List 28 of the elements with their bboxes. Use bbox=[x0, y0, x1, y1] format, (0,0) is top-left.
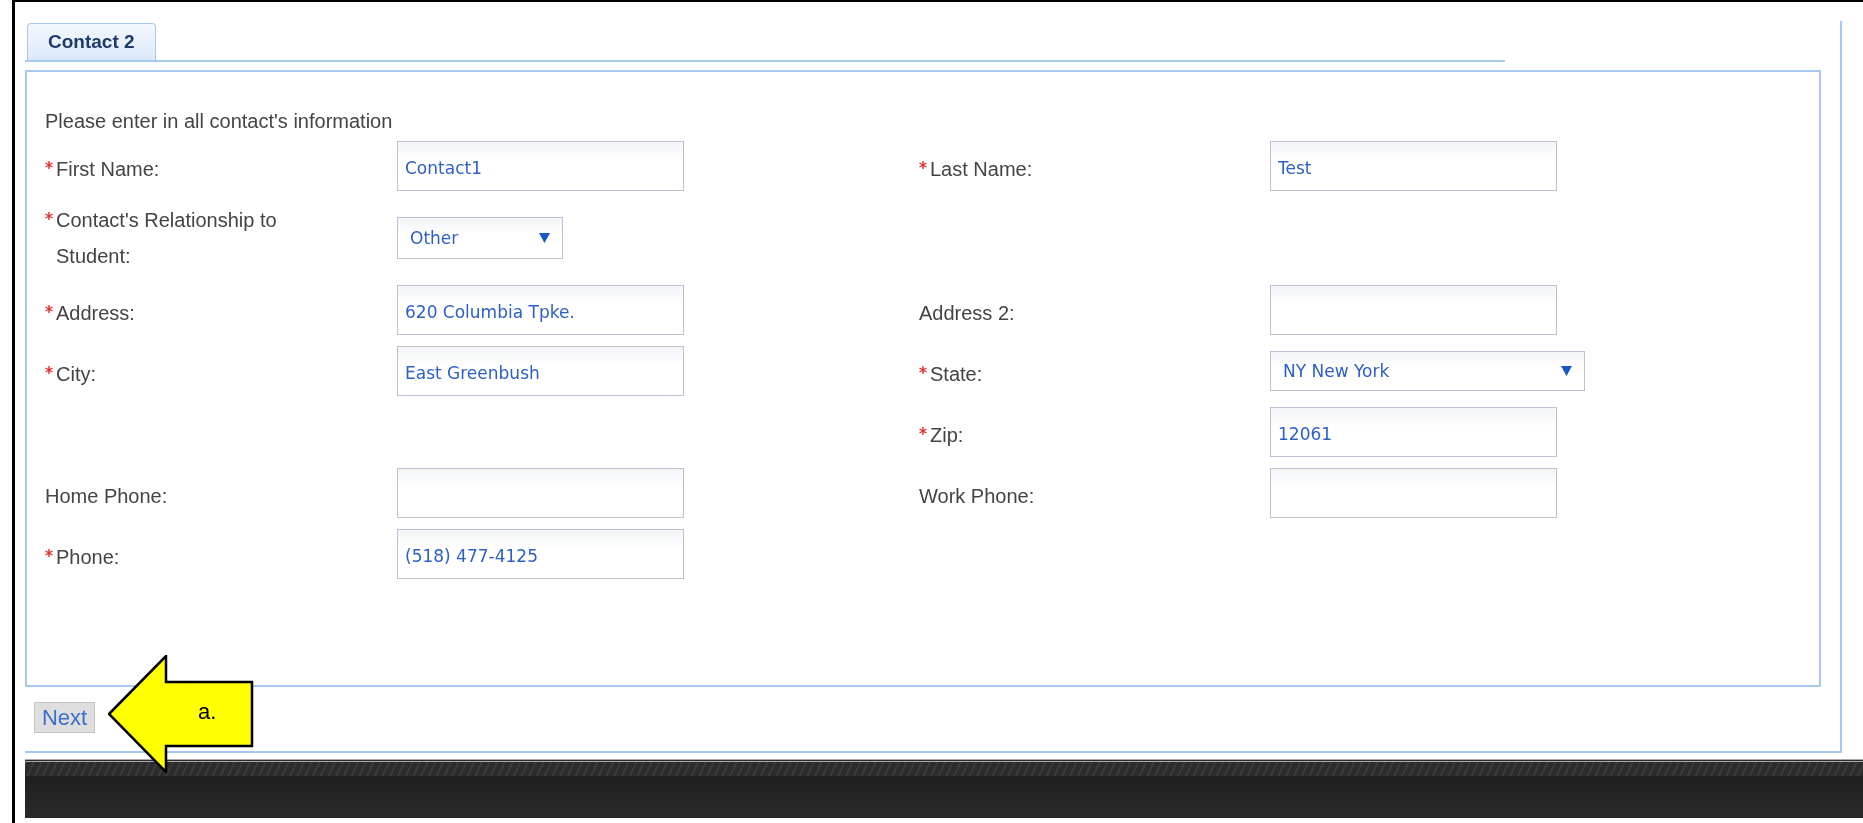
field-label: Zip: bbox=[930, 423, 965, 448]
text-field[interactable]: 12061 bbox=[1270, 407, 1557, 457]
text-field[interactable]: East Greenbush bbox=[397, 346, 684, 396]
field-label: Last Name: bbox=[930, 157, 1034, 182]
text-field[interactable]: (518) 477-4125 bbox=[397, 529, 684, 579]
callout-label: a. bbox=[198, 699, 217, 725]
field-label: Contact's Relationship to Student: bbox=[56, 208, 278, 269]
intro-text: Please enter in all contact's information bbox=[45, 110, 394, 134]
tab[interactable]: Contact 2 bbox=[27, 23, 156, 60]
text-field[interactable] bbox=[397, 468, 684, 518]
field-label: Home Phone: bbox=[45, 484, 169, 509]
field-label: Phone: bbox=[56, 545, 121, 570]
field-label: First Name: bbox=[56, 157, 161, 182]
dropdown[interactable]: NY New York bbox=[1270, 351, 1585, 391]
next-button[interactable]: Next bbox=[34, 702, 95, 733]
dropdown[interactable]: Other bbox=[397, 217, 563, 259]
text-field[interactable]: Test bbox=[1270, 141, 1557, 191]
field-label: State: bbox=[930, 362, 984, 387]
field-label: Address 2: bbox=[919, 301, 1016, 326]
field-label: Work Phone: bbox=[919, 484, 1036, 509]
text-field[interactable]: 620 Columbia Tpke. bbox=[397, 285, 684, 335]
text-field[interactable] bbox=[1270, 285, 1557, 335]
caret-icon bbox=[1561, 366, 1572, 376]
text-field[interactable] bbox=[1270, 468, 1557, 518]
field-label: Address: bbox=[56, 301, 136, 326]
field-label: City: bbox=[56, 362, 97, 387]
caret-icon bbox=[539, 233, 550, 243]
text-field[interactable]: Contact1 bbox=[397, 141, 684, 191]
